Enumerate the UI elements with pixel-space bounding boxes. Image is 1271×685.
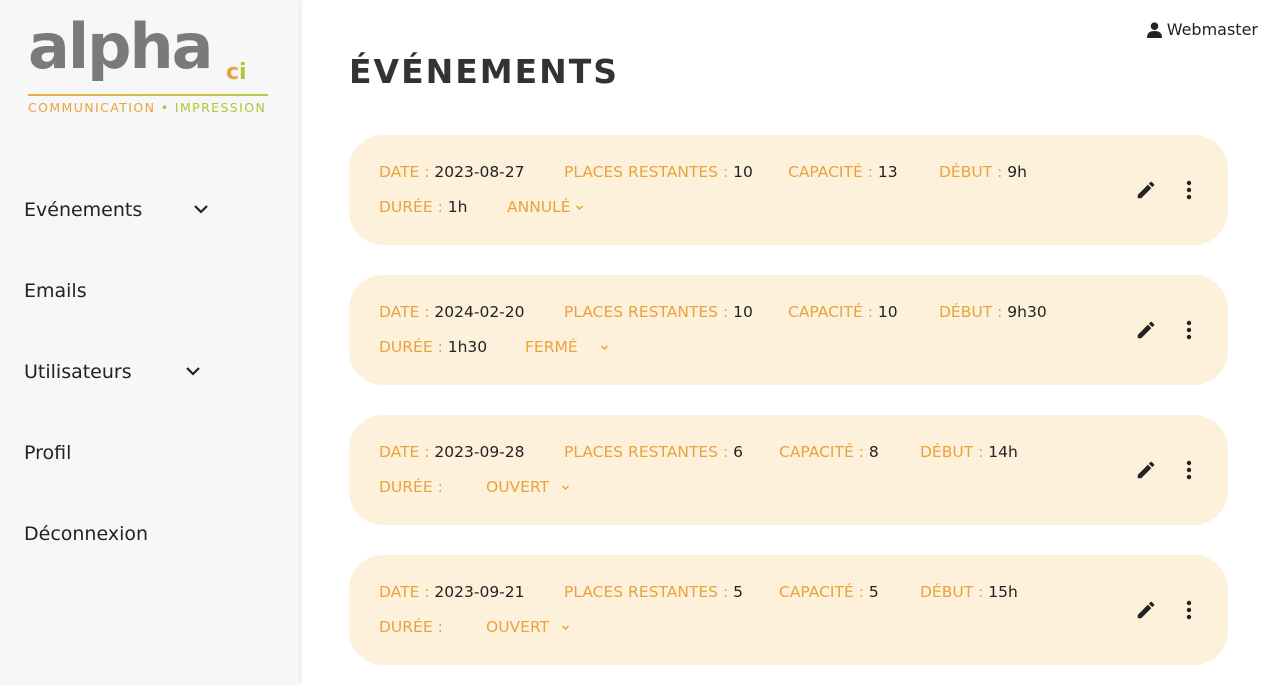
- brand-logo[interactable]: alpha ci COMMUNICATION • IMPRESSION: [28, 16, 272, 118]
- event-date: DATE : 2024-02-20: [379, 303, 525, 321]
- event-date: DATE : 2023-09-28: [379, 443, 525, 461]
- event-capacite: CAPACITÉ : 10: [788, 303, 898, 321]
- sidebar-item-label: Déconnexion: [24, 523, 149, 545]
- page-title: ÉVÉNEMENTS: [349, 52, 620, 91]
- more-vertical-icon[interactable]: [1184, 179, 1194, 201]
- event-card: DATE : 2023-08-27 PLACES RESTANTES : 10 …: [349, 135, 1228, 245]
- logo-ci: ci: [226, 60, 247, 85]
- event-capacite: CAPACITÉ : 5: [779, 583, 879, 601]
- status-select[interactable]: OUVERT: [486, 618, 570, 636]
- event-debut: DÉBUT : 15h: [920, 583, 1018, 601]
- event-duree: DURÉE : 1h: [379, 198, 468, 216]
- sidebar-item-label: Utilisateurs: [24, 361, 132, 383]
- chevron-down-icon[interactable]: [185, 363, 201, 379]
- status-value: OUVERT: [486, 478, 550, 496]
- event-date: DATE : 2023-09-21: [379, 583, 525, 601]
- sidebar-item-profil[interactable]: Profil: [24, 442, 71, 464]
- edit-icon[interactable]: [1135, 459, 1157, 481]
- edit-icon[interactable]: [1135, 319, 1157, 341]
- caret-down-icon: [600, 343, 609, 352]
- chevron-down-icon[interactable]: [193, 201, 209, 217]
- user-menu[interactable]: Webmaster: [1146, 20, 1258, 39]
- event-card: DATE : 2024-02-20 PLACES RESTANTES : 10 …: [349, 275, 1228, 385]
- more-vertical-icon[interactable]: [1184, 319, 1194, 341]
- status-value: OUVERT: [486, 618, 550, 636]
- event-places: PLACES RESTANTES : 5: [564, 583, 743, 601]
- logo-underline: [28, 94, 268, 96]
- status-select[interactable]: FERMÉ: [525, 338, 609, 356]
- event-places: PLACES RESTANTES : 10: [564, 303, 753, 321]
- caret-down-icon: [561, 623, 570, 632]
- status-select[interactable]: ANNULÉ: [507, 198, 584, 216]
- event-capacite: CAPACITÉ : 13: [788, 163, 898, 181]
- sidebar-item-label: Emails: [24, 280, 87, 302]
- edit-icon[interactable]: [1135, 599, 1157, 621]
- event-date: DATE : 2023-08-27: [379, 163, 525, 181]
- more-vertical-icon[interactable]: [1184, 599, 1194, 621]
- event-places: PLACES RESTANTES : 10: [564, 163, 753, 181]
- event-card: DATE : 2023-09-28 PLACES RESTANTES : 6 C…: [349, 415, 1228, 525]
- sidebar-item-label: Profil: [24, 442, 72, 464]
- event-debut: DÉBUT : 9h: [939, 163, 1027, 181]
- status-value: FERMÉ: [525, 338, 578, 356]
- sidebar-item-utilisateurs[interactable]: Utilisateurs: [24, 361, 200, 383]
- status-value: ANNULÉ: [507, 198, 571, 216]
- event-duree: DURÉE : 1h30: [379, 338, 488, 356]
- logo-tagline: COMMUNICATION • IMPRESSION: [28, 100, 267, 115]
- caret-down-icon: [561, 483, 570, 492]
- event-card: DATE : 2023-09-21 PLACES RESTANTES : 5 C…: [349, 555, 1228, 665]
- sidebar-item-evenements[interactable]: Evénements: [24, 199, 208, 221]
- app: alpha ci COMMUNICATION • IMPRESSION Evén…: [0, 0, 1271, 685]
- sidebar-item-label: Evénements: [24, 199, 143, 221]
- event-places: PLACES RESTANTES : 6: [564, 443, 743, 461]
- edit-icon[interactable]: [1135, 179, 1157, 201]
- sidebar-item-emails[interactable]: Emails: [24, 280, 87, 302]
- event-duree: DURÉE :: [379, 618, 443, 636]
- caret-down-icon: [575, 203, 584, 212]
- more-vertical-icon[interactable]: [1184, 459, 1194, 481]
- event-duree: DURÉE :: [379, 478, 443, 496]
- logo-wordmark: alpha: [28, 10, 213, 83]
- user-name: Webmaster: [1166, 20, 1258, 39]
- sidebar-item-deconnexion[interactable]: Déconnexion: [24, 523, 148, 545]
- event-debut: DÉBUT : 14h: [920, 443, 1018, 461]
- status-select[interactable]: OUVERT: [486, 478, 570, 496]
- sidebar: alpha ci COMMUNICATION • IMPRESSION Evén…: [0, 0, 299, 685]
- user-icon: [1146, 21, 1162, 38]
- event-capacite: CAPACITÉ : 8: [779, 443, 879, 461]
- event-debut: DÉBUT : 9h30: [939, 303, 1047, 321]
